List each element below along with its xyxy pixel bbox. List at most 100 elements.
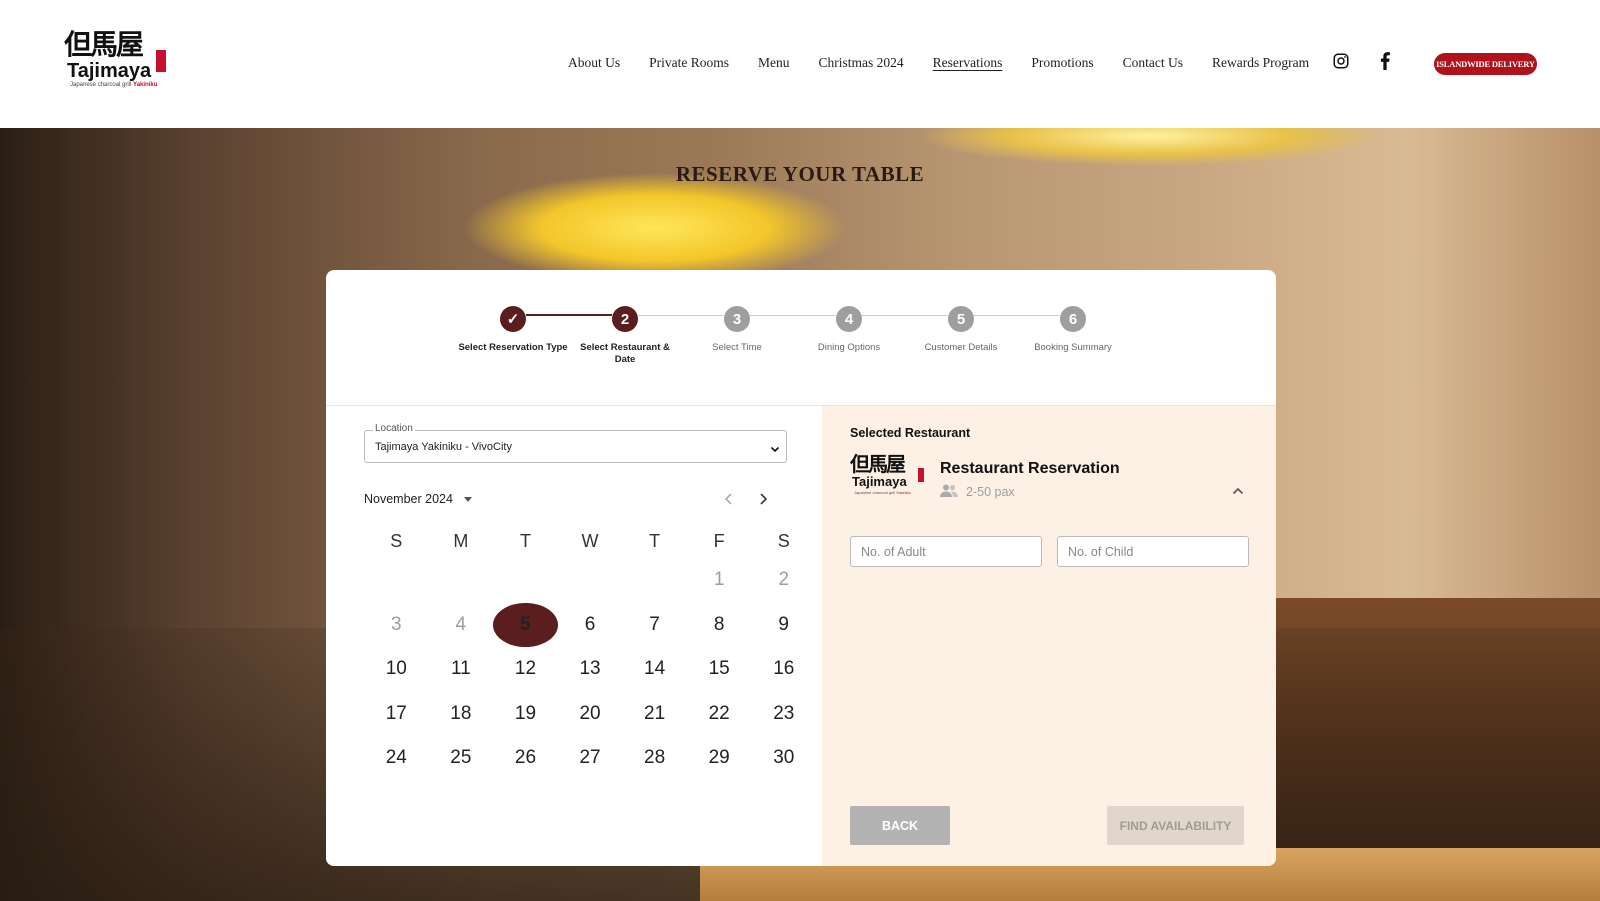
tagline-prefix: Japanese charcoal grill <box>70 82 132 88</box>
restaurant-tagline-prefix: Japanese charcoal grill <box>854 490 895 495</box>
calendar-day-14[interactable]: 14 <box>622 647 687 691</box>
step-label: Customer Details <box>924 342 998 353</box>
brand-logo[interactable]: 但馬屋 Tajimaya Japanese charcoal grill Yak… <box>64 30 174 98</box>
calendar-day-9[interactable]: 9 <box>751 603 816 647</box>
step-2: 2 Select Restaurant & Date <box>570 306 680 366</box>
step-label: Dining Options <box>817 342 881 353</box>
nav-item-christmas-2024[interactable]: Christmas 2024 <box>819 55 904 71</box>
calendar-day-18[interactable]: 18 <box>429 692 494 736</box>
restaurant-logo-name: Tajimaya <box>852 474 907 489</box>
restaurant-logo-stamp <box>918 468 924 482</box>
location-legend: Location <box>373 423 415 434</box>
calendar-day-24[interactable]: 24 <box>364 736 429 780</box>
calendar-week: 24 25 26 27 28 29 30 <box>364 736 816 781</box>
step-number: 5 <box>948 306 974 332</box>
step-progress: ✓ Select Reservation Type 2 Select Restaura… <box>326 270 1276 406</box>
step-label: Select Time <box>712 342 762 353</box>
nav-item-menu[interactable]: Menu <box>758 55 790 71</box>
calendar-day-29[interactable]: 29 <box>687 736 752 780</box>
calendar-day-10[interactable]: 10 <box>364 647 429 691</box>
page-title: RESERVE YOUR TABLE <box>675 162 925 186</box>
calendar-day-12[interactable]: 12 <box>493 647 558 691</box>
people-icon <box>940 484 958 500</box>
step-3: 3 Select Time <box>682 306 792 354</box>
step-number: 2 <box>612 306 638 332</box>
calendar-day-16[interactable]: 16 <box>751 647 816 691</box>
calendar-day-22[interactable]: 22 <box>687 692 752 736</box>
check-icon: ✓ <box>500 306 526 332</box>
calendar-day-17[interactable]: 17 <box>364 692 429 736</box>
nav-item-rewards-program[interactable]: Rewards Program <box>1212 55 1309 71</box>
child-count-field[interactable] <box>1057 536 1249 567</box>
calendar-day-7[interactable]: 7 <box>622 603 687 647</box>
site-header: 但馬屋 Tajimaya Japanese charcoal grill Yak… <box>0 0 1600 128</box>
calendar-day-6[interactable]: 6 <box>558 603 623 647</box>
calendar-day-25[interactable]: 25 <box>429 736 494 780</box>
selected-day-marker: 5 <box>493 602 558 647</box>
weekday-label: W <box>581 531 599 551</box>
facebook-icon[interactable] <box>1378 52 1392 70</box>
instagram-icon[interactable] <box>1332 52 1350 70</box>
pax-range-text: 2-50 pax <box>966 485 1015 499</box>
islandwide-delivery-button[interactable]: ISLANDWIDE DELIVERY <box>1434 53 1537 75</box>
calendar-day-20[interactable]: 20 <box>558 692 623 736</box>
calendar-day-8[interactable]: 8 <box>687 603 752 647</box>
chevron-up-icon[interactable] <box>1232 482 1244 500</box>
step-5: 5 Customer Details <box>906 306 1016 354</box>
adult-count-field[interactable] <box>850 536 1042 567</box>
brand-stamp <box>156 50 166 72</box>
calendar-day-26[interactable]: 26 <box>493 736 558 780</box>
selected-restaurant-panel: Selected Restaurant 但馬屋 Tajimaya Japanes… <box>822 406 1276 866</box>
find-availability-button[interactable]: FIND AVAILABILITY <box>1107 806 1244 845</box>
step-label: Booking Summary <box>1034 342 1112 353</box>
step-4: 4 Dining Options <box>794 306 904 354</box>
step-label: Select Restaurant & Date <box>580 342 670 365</box>
weekday-label: S <box>777 531 790 551</box>
reservation-card: ✓ Select Reservation Type 2 Select Restaura… <box>326 270 1276 866</box>
location-value: Tajimaya Yakiniku - VivoCity <box>375 441 512 453</box>
calendar-week: 10 11 12 13 14 15 16 <box>364 647 816 692</box>
calendar-day-28[interactable]: 28 <box>622 736 687 780</box>
calendar-week: 3 4 56789 <box>364 602 816 648</box>
calendar-week: 17 18 19 20 21 22 23 <box>364 692 816 737</box>
calendar-grid: S M T W T F S 1 2 3 4 5 6 7 8 9 10 11 12 13 14 15 16 17 18 19 20 21… <box>364 524 816 781</box>
weekday-label: T <box>649 531 661 551</box>
calendar-day-11[interactable]: 11 <box>429 647 494 691</box>
calendar-day-30[interactable]: 30 <box>751 736 816 780</box>
caret-down-icon <box>463 492 473 506</box>
step-1: ✓ Select Reservation Type <box>458 306 568 354</box>
calendar-day-27[interactable]: 27 <box>558 736 623 780</box>
calendar-day-13[interactable]: 13 <box>558 647 623 691</box>
nav-item-reservations[interactable]: Reservations <box>933 55 1003 71</box>
weekday-label: S <box>390 531 403 551</box>
location-select[interactable]: Location Tajimaya Yakiniku - VivoCity <box>364 423 787 463</box>
calendar-week: 12 <box>364 558 816 603</box>
back-button[interactable]: BACK <box>850 806 950 845</box>
calendar-day-23[interactable]: 23 <box>751 692 816 736</box>
nav-item-private-rooms[interactable]: Private Rooms <box>649 55 729 71</box>
adult-count-input[interactable] <box>851 537 1041 566</box>
month-navigation <box>724 492 768 510</box>
prev-month-icon[interactable] <box>724 492 734 510</box>
month-label: November 2024 <box>364 492 453 506</box>
step-number: 6 <box>1060 306 1086 332</box>
nav-item-promotions[interactable]: Promotions <box>1031 55 1093 71</box>
pax-range: 2-50 pax <box>940 484 1015 500</box>
step-6: 6 Booking Summary <box>1018 306 1128 354</box>
step-number: 3 <box>724 306 750 332</box>
calendar-day-21[interactable]: 21 <box>622 692 687 736</box>
weekday-label: F <box>713 531 725 551</box>
calendar-day-5[interactable]: 5 <box>493 602 558 647</box>
child-count-input[interactable] <box>1058 537 1248 566</box>
calendar-day-19[interactable]: 19 <box>493 692 558 736</box>
month-picker[interactable]: November 2024 <box>364 492 473 506</box>
calendar-day-2: 2 <box>778 569 790 591</box>
calendar-day-15[interactable]: 15 <box>687 647 752 691</box>
weekday-label: M <box>453 531 469 551</box>
nav-item-about-us[interactable]: About Us <box>568 55 620 71</box>
next-month-icon[interactable] <box>758 492 768 510</box>
reservation-type-title: Restaurant Reservation <box>940 460 1120 477</box>
main-nav: About Us Private Rooms Menu Christmas 2024 R… <box>568 52 1338 74</box>
nav-item-contact-us[interactable]: Contact Us <box>1123 55 1183 71</box>
selected-restaurant-heading: Selected Restaurant <box>850 426 971 440</box>
